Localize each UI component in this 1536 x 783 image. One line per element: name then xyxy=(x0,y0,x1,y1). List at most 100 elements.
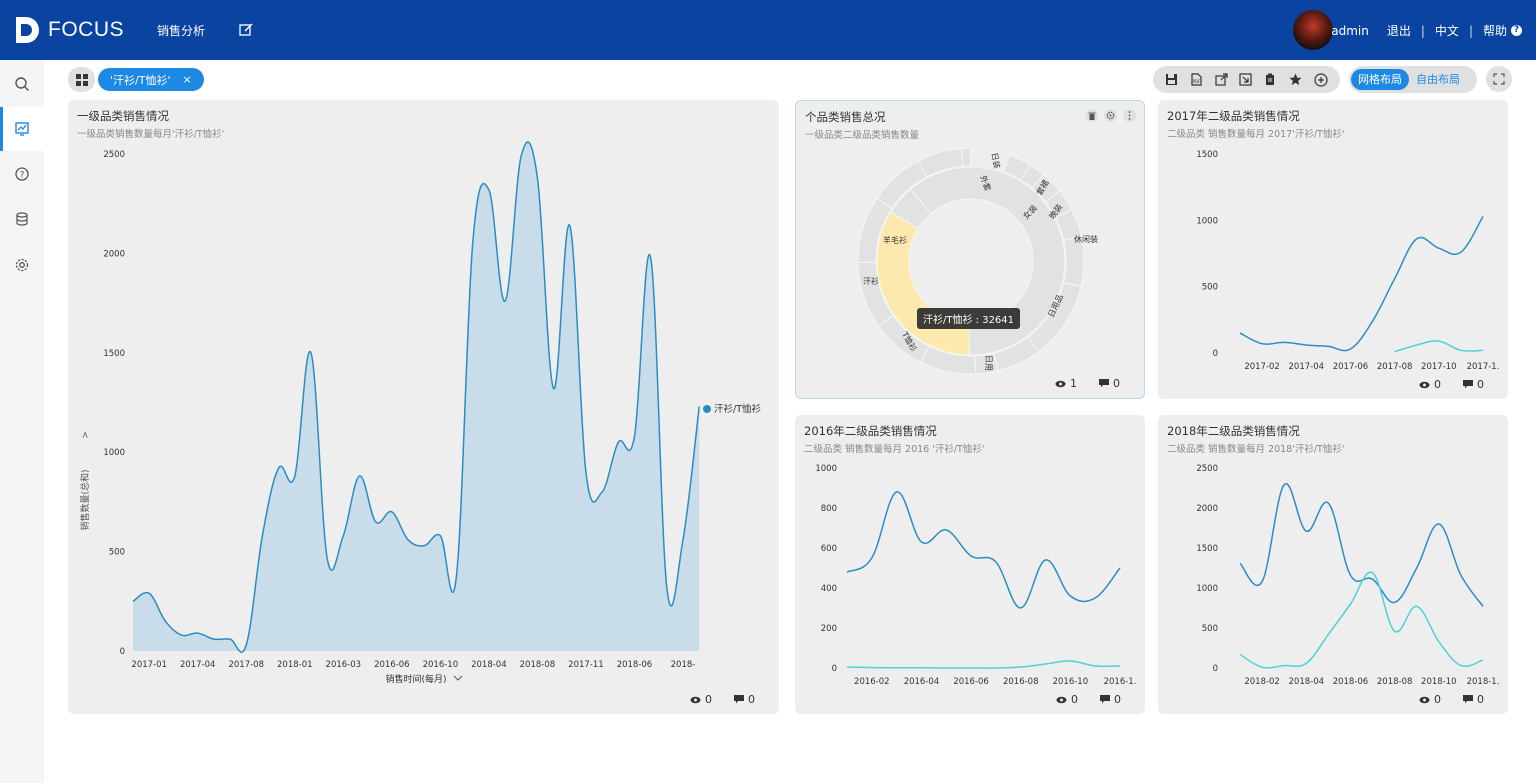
main-area-chart[interactable]: 销售数量(总和) > 销售时间(每月) 汗衫/T恤衫 0 500 1000 1500 2… xyxy=(68,100,779,685)
series-line xyxy=(846,491,1121,609)
series-line xyxy=(1394,340,1484,353)
sidebar-item-data[interactable] xyxy=(0,197,44,241)
legend-dot xyxy=(703,405,711,413)
card-category-overview[interactable]: 个品类销售总况 一级品类二级品类销售数量 日装 外套 套裙 女装 晚装 休闲装 日用品 日用 T… xyxy=(795,100,1145,399)
y-axis-label-arrow[interactable]: > xyxy=(81,431,91,439)
y-tick-label: 1000 xyxy=(1196,216,1218,226)
username[interactable]: admin xyxy=(1331,24,1369,38)
comment-count: 0 xyxy=(1114,693,1121,706)
x-tick-label: 2017-11 xyxy=(568,660,604,670)
card-footer: 0 0 xyxy=(1419,378,1484,391)
sidebar-item-help[interactable]: ? xyxy=(0,152,44,196)
svg-text:PDF: PDF xyxy=(1192,79,1200,84)
line-chart-2017[interactable]: 0 500 1000 1500 2017-02 2017-04 2017-06 2017-08… xyxy=(1158,100,1508,380)
add-icon[interactable] xyxy=(1314,72,1328,87)
x-tick-label: 2017-02 xyxy=(1244,362,1280,372)
avatar[interactable] xyxy=(1293,10,1333,50)
language-switch[interactable]: 中文 xyxy=(1435,22,1459,39)
copy-icon[interactable] xyxy=(1264,73,1277,86)
help-link[interactable]: 帮助 xyxy=(1483,22,1507,39)
comment-icon[interactable] xyxy=(1463,380,1473,389)
y-tick-label: 1000 xyxy=(815,464,837,474)
database-icon xyxy=(16,212,28,226)
legend-label[interactable]: 汗衫/T恤衫 xyxy=(714,403,762,415)
card-2016-sales[interactable]: 2016年二级品类销售情况 二级品类 销售数量每月 2016 '汗衫/T恤衫' … xyxy=(795,415,1145,714)
pie-label: 日装 xyxy=(990,152,1003,169)
comment-count: 0 xyxy=(1113,377,1120,390)
search-icon xyxy=(15,77,29,91)
x-tick-label: 2018- xyxy=(671,660,696,670)
fullscreen-button[interactable] xyxy=(1486,66,1512,92)
x-tick-label: 2018-1. xyxy=(1467,677,1500,687)
sidebar-item-dashboard[interactable] xyxy=(0,107,44,151)
sidebar-item-settings[interactable] xyxy=(0,243,44,287)
fullscreen-icon xyxy=(1493,73,1505,85)
eye-icon xyxy=(1055,380,1066,387)
series-line xyxy=(846,660,1121,669)
y-tick-label: 1500 xyxy=(103,349,125,359)
logo-text: FOCUS xyxy=(48,18,124,41)
export-icon[interactable] xyxy=(1239,73,1253,86)
comment-icon[interactable] xyxy=(734,695,744,704)
grid-menu-button[interactable] xyxy=(68,67,95,92)
sidebar-item-search[interactable] xyxy=(0,62,44,106)
line-chart-2018[interactable]: 0 500 1000 1500 2000 2500 2018-02 2018-04 2018-0… xyxy=(1158,415,1508,695)
y-tick-label: 0 xyxy=(120,647,125,657)
nav-sales-analysis[interactable]: 销售分析 xyxy=(157,22,205,39)
x-tick-label: 2017-04 xyxy=(1289,362,1325,372)
card-footer: 0 0 xyxy=(1056,693,1121,706)
card-category-sales[interactable]: 一级品类销售情况 一级品类销售数量每月'汗衫/T恤衫' 销售数量(总和) > 销… xyxy=(68,100,779,714)
save-icon[interactable] xyxy=(1165,73,1178,86)
view-count: 0 xyxy=(1434,378,1441,391)
grid-layout-button[interactable]: 网格布局 xyxy=(1351,69,1409,90)
logo[interactable]: FOCUS xyxy=(14,14,124,46)
free-layout-button[interactable]: 自由布局 xyxy=(1409,69,1467,90)
x-tick-label: 2016-1. xyxy=(1104,677,1137,687)
x-tick-label: 2016-06 xyxy=(953,677,989,687)
comment-icon[interactable] xyxy=(1463,695,1473,704)
filter-chip[interactable]: '汗衫/T恤衫' × xyxy=(98,68,204,91)
chevron-down-icon[interactable] xyxy=(453,675,463,681)
x-tick-label: 2017-06 xyxy=(1333,362,1369,372)
comment-icon[interactable] xyxy=(1100,695,1110,704)
eye-icon xyxy=(1419,696,1430,703)
x-tick-label: 2017-08 xyxy=(1377,362,1413,372)
pie-label: 休闲装 xyxy=(1074,234,1098,244)
close-icon[interactable]: × xyxy=(182,73,191,86)
x-tick-label: 2018-10 xyxy=(1421,677,1457,687)
comment-count: 0 xyxy=(1477,693,1484,706)
help-circle-icon[interactable]: ? xyxy=(1511,25,1522,36)
x-tick-label: 2018-01 xyxy=(277,660,313,670)
y-tick-label: 500 xyxy=(109,548,125,558)
share-icon[interactable] xyxy=(1215,73,1228,86)
edit-icon[interactable] xyxy=(239,23,253,40)
y-tick-label: 1500 xyxy=(1196,544,1218,554)
y-tick-label: 0 xyxy=(832,664,837,674)
export-pdf-icon[interactable]: PDF xyxy=(1190,73,1203,86)
help-icon: ? xyxy=(15,167,29,181)
comment-icon[interactable] xyxy=(1099,379,1109,388)
pie-tooltip: 汗衫/T恤衫 : 32641 xyxy=(917,308,1021,329)
focus-logo-icon xyxy=(16,17,39,43)
y-axis-label: 销售数量(总和) xyxy=(79,469,91,530)
settings-icon xyxy=(15,258,29,272)
logout-link[interactable]: 退出 xyxy=(1387,22,1411,39)
x-tick-label: 2018-08 xyxy=(1377,677,1413,687)
x-tick-label: 2017-08 xyxy=(228,660,264,670)
x-tick-label: 2018-06 xyxy=(1333,677,1369,687)
eye-icon xyxy=(1056,696,1067,703)
star-icon[interactable] xyxy=(1289,73,1302,86)
x-tick-label: 2016-02 xyxy=(854,677,890,687)
x-tick-label: 2016-04 xyxy=(904,677,940,687)
card-2018-sales[interactable]: 2018年二级品类销售情况 二级品类 销售数量每月 2018'汗衫/T恤衫' 0… xyxy=(1158,415,1508,714)
x-tick-label: 2018-08 xyxy=(520,660,556,670)
card-2017-sales[interactable]: 2017年二级品类销售情况 二级品类 销售数量每月 2017'汗衫/T恤衫' 0… xyxy=(1158,100,1508,399)
card-footer: 0 0 xyxy=(1419,693,1484,706)
x-axis-label: 销售时间(每月) xyxy=(385,673,446,685)
sunburst-chart[interactable]: 日装外套 套裙女装 晚装休闲装日用品日用T恤衫汗衫羊毛衫 xyxy=(796,101,1146,400)
y-tick-label: 0 xyxy=(1213,349,1218,359)
eye-icon xyxy=(690,696,701,703)
separator: | xyxy=(1468,23,1473,38)
y-tick-label: 2000 xyxy=(1196,504,1218,514)
line-chart-2016[interactable]: 0 200 400 600 800 1000 2016-02 2016-04 2016-06 20… xyxy=(795,415,1145,695)
